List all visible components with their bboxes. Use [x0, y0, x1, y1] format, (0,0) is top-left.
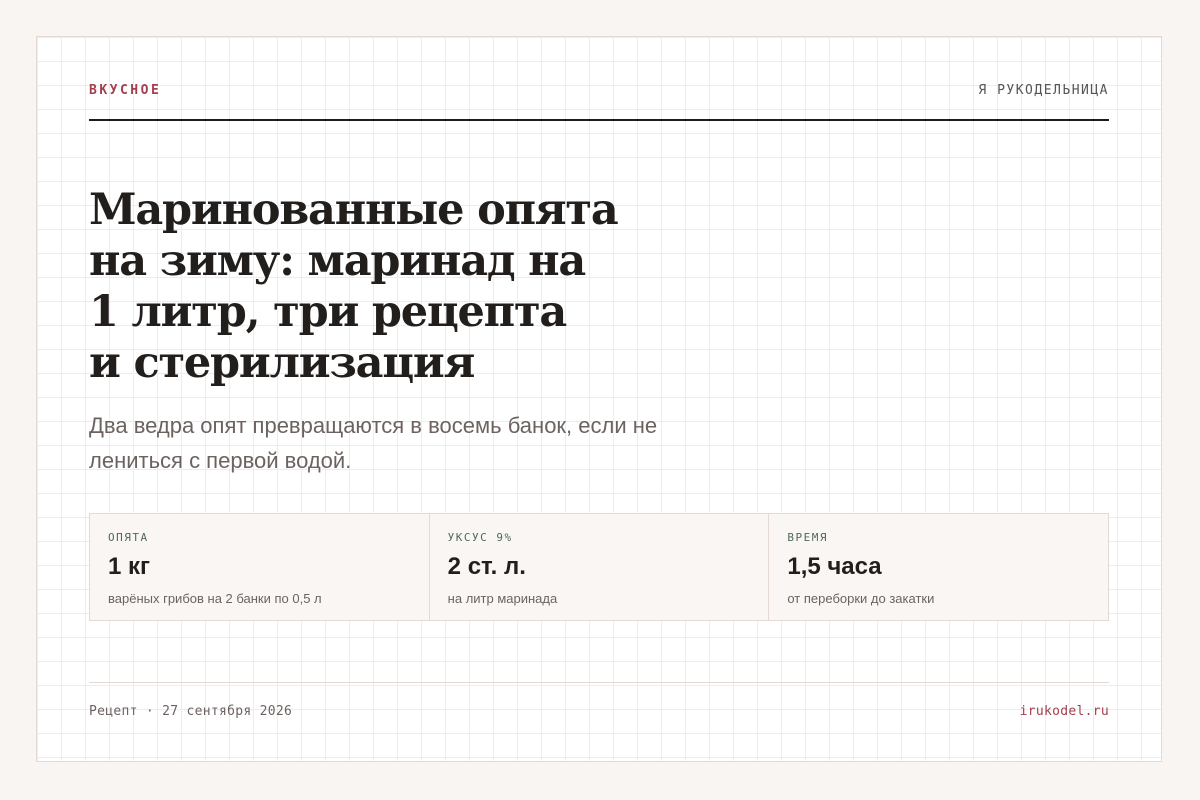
- site-name[interactable]: Я РУКОДЕЛЬНИЦА: [978, 83, 1109, 98]
- article-lead: Два ведра опят превращаются в восемь бан…: [89, 413, 658, 473]
- card-content: ВКУСНОЕ Я РУКОДЕЛЬНИЦА Маринованные опят…: [89, 37, 1109, 761]
- stat-label: ОПЯТА: [108, 531, 149, 544]
- stat-label: УКСУС 9%: [447, 531, 513, 544]
- recipe-stats: ОПЯТА 1 кг варёных грибов на 2 банки по …: [89, 513, 1109, 621]
- stat-vinegar: УКСУС 9% 2 ст. л. на литр маринада: [428, 514, 769, 620]
- card-footer: Рецепт · 27 сентября 2026 irukodel.ru: [89, 682, 1109, 719]
- stat-note: от переборки до закатки: [787, 591, 935, 606]
- site-domain-link[interactable]: irukodel.ru: [1020, 704, 1109, 719]
- stat-note: на литр маринада: [447, 591, 558, 606]
- stat-value: 1,5 часа: [787, 553, 882, 580]
- article-card: ВКУСНОЕ Я РУКОДЕЛЬНИЦА Маринованные опят…: [36, 36, 1162, 762]
- stat-value: 1 кг: [108, 553, 151, 580]
- stat-mushrooms: ОПЯТА 1 кг варёных грибов на 2 банки по …: [90, 514, 429, 620]
- card-header: ВКУСНОЕ Я РУКОДЕЛЬНИЦА: [89, 83, 1109, 121]
- section-link[interactable]: ВКУСНОЕ: [89, 83, 161, 98]
- stat-time: ВРЕМЯ 1,5 часа от переборки до закатки: [768, 514, 1108, 620]
- stat-label: ВРЕМЯ: [787, 531, 828, 544]
- article-title: Маринованные опята на зиму: маринад на 1…: [89, 185, 619, 388]
- stat-note: варёных грибов на 2 банки по 0,5 л: [108, 591, 322, 606]
- publish-meta: Рецепт · 27 сентября 2026: [89, 704, 293, 719]
- stat-value: 2 ст. л.: [447, 553, 526, 580]
